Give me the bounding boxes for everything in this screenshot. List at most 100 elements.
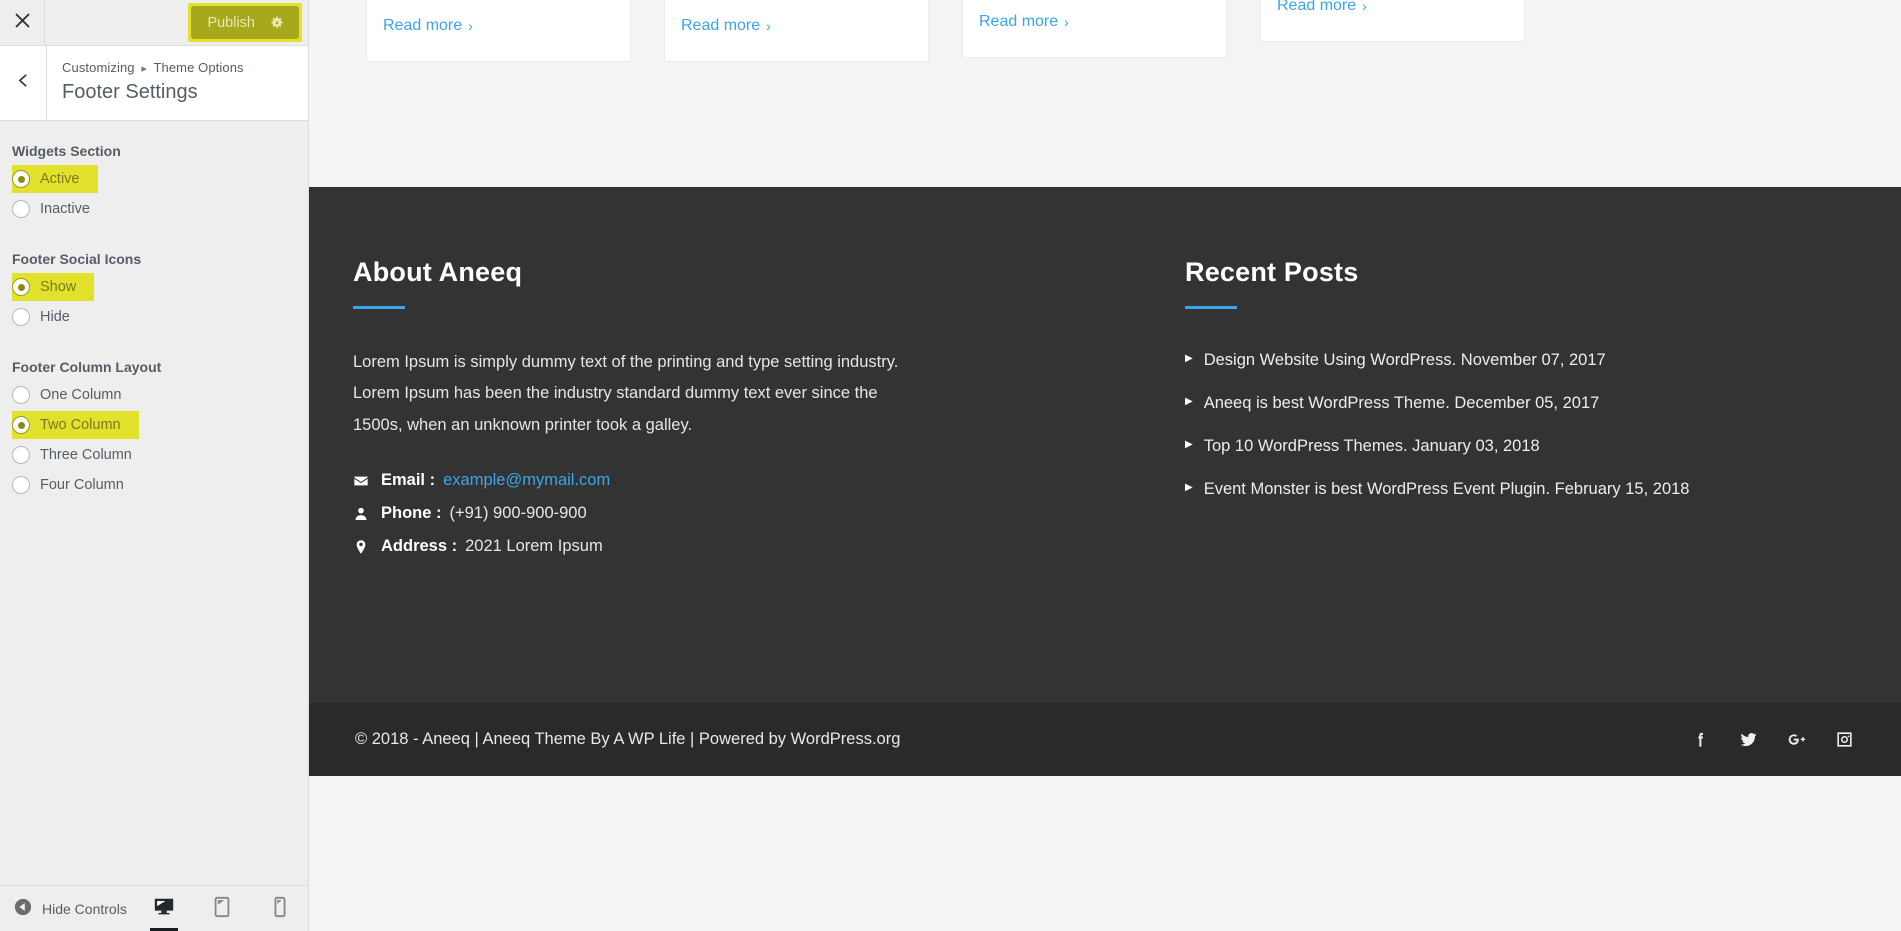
- section-titles: Customizing ▸ Theme Options Footer Setti…: [47, 46, 308, 120]
- about-description: Lorem Ipsum is simply dummy text of the …: [353, 353, 899, 434]
- envelope-icon: [353, 473, 381, 489]
- device-preview-switcher: [148, 886, 296, 931]
- read-more-label: Read more: [979, 13, 1059, 30]
- radio-one-column[interactable]: One Column: [12, 381, 127, 409]
- radio-label: One Column: [40, 387, 122, 403]
- back-button[interactable]: [0, 46, 47, 120]
- site-footer: About Aneeq Lorem Ipsum is simply dummy …: [309, 187, 1901, 703]
- footer-widget-about: About Aneeq Lorem Ipsum is simply dummy …: [353, 257, 1025, 703]
- chevron-right-icon: ›: [1064, 14, 1069, 30]
- breadcrumb-separator-icon: ▸: [141, 63, 147, 75]
- radio-widgets-active[interactable]: Active: [12, 165, 98, 193]
- chevron-right-icon: ›: [1362, 0, 1367, 14]
- read-more-link[interactable]: Read more ›: [979, 13, 1069, 31]
- copyright-text: © 2018 - Aneeq | Aneeq Theme By A WP Lif…: [355, 730, 901, 748]
- breadcrumb: Customizing ▸ Theme Options: [62, 60, 294, 75]
- list-item[interactable]: ▶ Top 10 WordPress Themes. January 03, 2…: [1185, 437, 1817, 456]
- radio-four-column[interactable]: Four Column: [12, 471, 130, 499]
- radio-three-column[interactable]: Three Column: [12, 441, 138, 469]
- radio-label: Inactive: [40, 201, 90, 217]
- control-group-footer-social-icons: Footer Social Icons Show Hide: [0, 251, 308, 331]
- social-links: [1689, 729, 1855, 751]
- post-title: Top 10 WordPress Themes. January 03, 201…: [1203, 437, 1540, 455]
- device-mobile-button[interactable]: [264, 886, 296, 931]
- publish-focus-ring: Publish: [188, 3, 302, 42]
- radio-icon: [12, 170, 30, 188]
- read-more-link[interactable]: Read more ›: [383, 17, 473, 35]
- close-customizer-button[interactable]: [0, 0, 45, 45]
- mobile-icon: [269, 896, 291, 923]
- tablet-icon: [211, 896, 233, 923]
- radio-icon: [12, 386, 30, 404]
- breadcrumb-parent: Theme Options: [153, 60, 244, 75]
- desktop-icon: [153, 896, 175, 923]
- widget-title: About Aneeq: [353, 257, 523, 287]
- radio-icon: [12, 416, 30, 434]
- read-more-label: Read more: [681, 17, 761, 34]
- customizer-section-header: Customizing ▸ Theme Options Footer Setti…: [0, 46, 308, 121]
- page-title: Footer Settings: [62, 81, 198, 103]
- caret-right-icon: ▶: [1185, 353, 1193, 364]
- list-item[interactable]: ▶ Design Website Using WordPress. Novemb…: [1185, 351, 1817, 370]
- radio-two-column[interactable]: Two Column: [12, 411, 139, 439]
- breadcrumb-root: Customizing: [62, 60, 135, 75]
- contact-list: Email : example@mymail.com Phone : (+91)…: [353, 471, 985, 556]
- publish-label: Publish: [207, 14, 255, 31]
- recent-posts-list: ▶ Design Website Using WordPress. Novemb…: [1185, 351, 1817, 499]
- contact-row-phone: Phone : (+91) 900-900-900: [353, 504, 985, 523]
- chevron-right-icon: ›: [468, 18, 473, 34]
- twitter-icon[interactable]: [1737, 729, 1759, 751]
- contact-label: Address :: [381, 537, 458, 556]
- read-more-label: Read more: [1277, 0, 1357, 14]
- read-more-link[interactable]: Read more ›: [681, 17, 771, 35]
- read-more-link[interactable]: Read more ›: [1277, 0, 1367, 15]
- post-card: Read more ›: [664, 0, 929, 62]
- instagram-icon[interactable]: [1833, 729, 1855, 751]
- radio-label: Hide: [40, 309, 70, 325]
- caret-right-icon: ▶: [1185, 482, 1193, 493]
- publish-button[interactable]: Publish: [191, 6, 299, 39]
- user-icon: [353, 506, 381, 522]
- radio-icon: [12, 446, 30, 464]
- chevron-right-icon: ›: [766, 18, 771, 34]
- radio-label: Two Column: [40, 417, 121, 433]
- collapse-arrow-icon: [14, 898, 32, 919]
- device-desktop-button[interactable]: [148, 886, 180, 931]
- customizer-sidebar: Publish Customizing ▸ Theme Options Foot…: [0, 0, 309, 931]
- device-tablet-button[interactable]: [206, 886, 238, 931]
- radio-social-hide[interactable]: Hide: [12, 303, 76, 331]
- contact-row-email: Email : example@mymail.com: [353, 471, 985, 490]
- customizer-controls: Widgets Section Active Inactive Footer S…: [0, 121, 308, 885]
- radio-widgets-inactive[interactable]: Inactive: [12, 195, 96, 223]
- caret-right-icon: ▶: [1185, 396, 1193, 407]
- radio-social-show[interactable]: Show: [12, 273, 95, 301]
- post-cards-strip: Read more › Read more › Read more › Read…: [309, 0, 1901, 187]
- post-card: Read more ›: [366, 0, 631, 62]
- read-more-label: Read more: [383, 17, 463, 34]
- post-title: Design Website Using WordPress. November…: [1203, 351, 1606, 369]
- list-item[interactable]: ▶ Event Monster is best WordPress Event …: [1185, 480, 1817, 499]
- post-title: Aneeq is best WordPress Theme. December …: [1203, 394, 1600, 412]
- chevron-left-icon: [16, 73, 31, 93]
- contact-value-email[interactable]: example@mymail.com: [443, 471, 610, 490]
- widget-title: Recent Posts: [1185, 257, 1359, 287]
- facebook-icon[interactable]: [1689, 729, 1711, 751]
- radio-icon: [12, 200, 30, 218]
- google-plus-icon[interactable]: [1785, 729, 1807, 751]
- contact-label: Email :: [381, 471, 436, 490]
- customizer-screen: Publish Customizing ▸ Theme Options Foot…: [0, 0, 1901, 931]
- radio-label: Three Column: [40, 447, 132, 463]
- customizer-topbar: Publish: [0, 0, 308, 46]
- footer-copyright-bar: © 2018 - Aneeq | Aneeq Theme By A WP Lif…: [309, 703, 1901, 776]
- gear-icon[interactable]: [269, 15, 285, 31]
- group-label: Widgets Section: [12, 143, 121, 159]
- control-group-widgets-section: Widgets Section Active Inactive: [0, 143, 308, 223]
- contact-row-address: Address : 2021 Lorem Ipsum: [353, 537, 985, 556]
- site-preview: Read more › Read more › Read more › Read…: [309, 0, 1901, 931]
- caret-right-icon: ▶: [1185, 439, 1193, 450]
- close-icon: [14, 12, 31, 34]
- group-label: Footer Social Icons: [12, 251, 142, 267]
- hide-controls-button[interactable]: Hide Controls: [14, 898, 127, 919]
- radio-icon: [12, 278, 30, 296]
- list-item[interactable]: ▶ Aneeq is best WordPress Theme. Decembe…: [1185, 394, 1817, 413]
